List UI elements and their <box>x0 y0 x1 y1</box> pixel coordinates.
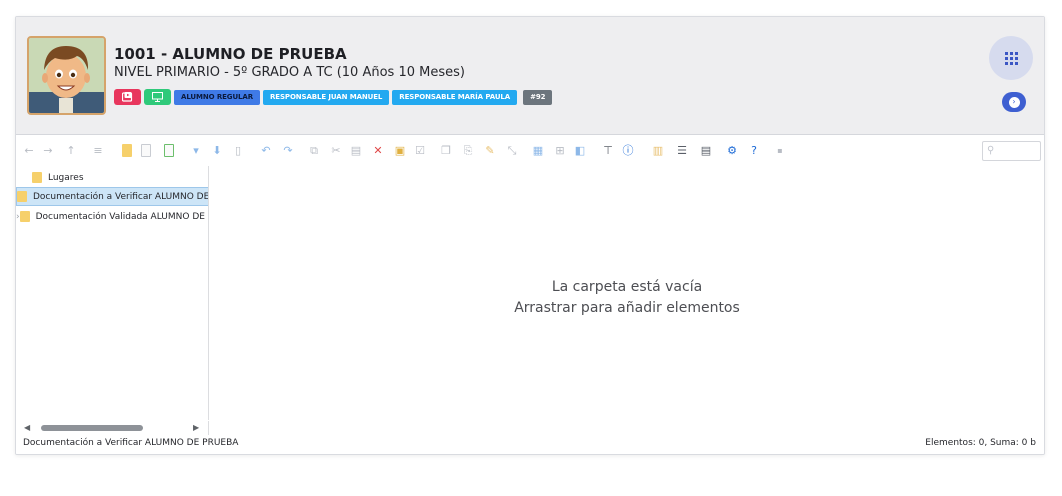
paste-icon[interactable]: ▤ <box>350 144 362 157</box>
empty-icon[interactable]: ▣ <box>394 144 406 157</box>
back-icon[interactable]: ← <box>23 144 35 157</box>
drag-hint-message: Arrastrar para añadir elementos <box>514 300 740 316</box>
tree-item-lugares[interactable]: Lugares <box>16 168 208 187</box>
cut-icon[interactable]: ✂ <box>330 144 342 157</box>
apps-menu-button[interactable] <box>989 36 1033 80</box>
upload-icon[interactable] <box>164 144 174 157</box>
up-icon[interactable]: ↑ <box>65 144 77 157</box>
badge-responsable-1: RESPONSABLE JUAN MANUEL <box>263 89 390 105</box>
tree-item-documentacion-verificar[interactable]: Documentación a Verificar ALUMNO DE PRUE… <box>16 187 209 206</box>
fullscreen-icon[interactable]: ▪ <box>774 144 786 157</box>
download-icon[interactable]: ⬇ <box>211 144 223 157</box>
tree-item-documentacion-validada[interactable]: › Documentación Validada ALUMNO DE PRUEB… <box>16 207 208 226</box>
scroll-right-icon[interactable]: ▶ <box>193 423 199 432</box>
settings-icon[interactable]: ⚙ <box>726 144 738 157</box>
invert-selection-icon[interactable]: ◧ <box>574 144 586 157</box>
go-button[interactable]: › <box>1002 92 1026 112</box>
folder-icon <box>32 172 42 183</box>
redo-icon[interactable]: ↷ <box>282 144 294 157</box>
mobile-icon[interactable]: ▯ <box>232 144 244 157</box>
monitor-icon <box>152 92 163 102</box>
cart-icon[interactable]: ▾ <box>190 144 202 157</box>
scrollbar-thumb[interactable] <box>41 425 143 431</box>
slideshow-icon[interactable]: ⊤ <box>602 144 614 157</box>
badge-number: #92 <box>523 89 553 105</box>
resize-icon[interactable]: ⤡ <box>506 144 518 157</box>
student-header: 1001 - ALUMNO DE PRUEBA NIVEL PRIMARIO -… <box>16 17 1044 135</box>
tree-horizontal-scrollbar[interactable]: ◀ ▶ <box>16 421 209 435</box>
status-path: Documentación a Verificar ALUMNO DE PRUE… <box>23 438 239 448</box>
list-view-icon[interactable]: ☰ <box>676 144 688 157</box>
monitor-button[interactable] <box>144 89 171 105</box>
delete-icon[interactable]: ✕ <box>372 144 384 157</box>
edit-icon[interactable]: ✎ <box>484 144 496 157</box>
forward-icon[interactable]: → <box>42 144 54 157</box>
student-subtitle: NIVEL PRIMARIO - 5º GRADO A TC (10 Años … <box>114 65 465 80</box>
duplicate-icon[interactable]: ❐ <box>440 144 452 157</box>
student-title: 1001 - ALUMNO DE PRUEBA <box>114 45 347 63</box>
new-file-icon[interactable] <box>141 144 151 157</box>
details-view-icon[interactable]: ▤ <box>700 144 712 157</box>
folder-icon <box>19 211 30 222</box>
tree-item-label: Lugares <box>48 172 84 183</box>
arrow-right-circle-icon: › <box>1008 96 1020 108</box>
tree-item-label: Documentación a Verificar ALUMNO DE PRUE… <box>33 191 209 202</box>
badge-row: ALUMNO REGULAR RESPONSABLE JUAN MANUEL R… <box>114 89 553 105</box>
undo-icon[interactable]: ↶ <box>260 144 272 157</box>
select-none-icon[interactable]: ⊞ <box>554 144 566 157</box>
folder-tree: Lugares Documentación a Verificar ALUMNO… <box>16 166 209 420</box>
search-icon: ⚲ <box>987 145 995 156</box>
status-badge-regular: ALUMNO REGULAR <box>174 89 260 105</box>
video-icon <box>121 92 132 102</box>
scroll-left-icon[interactable]: ◀ <box>24 423 30 432</box>
select-all-icon[interactable]: ▦ <box>532 144 544 157</box>
search-input[interactable]: ⚲ <box>982 141 1041 161</box>
status-summary: Elementos: 0, Suma: 0 b <box>925 438 1036 448</box>
folder-icon <box>17 191 27 202</box>
new-folder-icon[interactable] <box>122 144 132 157</box>
info-icon[interactable]: ⓘ <box>622 144 634 157</box>
copy-icon[interactable]: ⧉ <box>308 144 320 157</box>
badge-responsable-2: RESPONSABLE MARÍA PAULA <box>392 89 518 105</box>
student-card: 1001 - ALUMNO DE PRUEBA NIVEL PRIMARIO -… <box>15 16 1045 455</box>
checklist-icon[interactable]: ☑ <box>414 144 426 157</box>
tree-view-icon[interactable]: ≡ <box>92 144 104 157</box>
tree-item-label: Documentación Validada ALUMNO DE PRUEBA <box>35 211 208 222</box>
empty-folder-message: La carpeta está vacía <box>551 279 703 295</box>
video-button[interactable] <box>114 89 141 105</box>
help-icon[interactable]: ? <box>748 144 760 157</box>
icons-view-icon[interactable]: ▥ <box>652 144 664 157</box>
folder-content-area[interactable]: La carpeta está vacía Arrastrar para aña… <box>210 166 1044 434</box>
student-avatar <box>27 36 106 115</box>
apps-grid-icon <box>1004 51 1018 65</box>
status-bar: Documentación a Verificar ALUMNO DE PRUE… <box>16 435 1044 454</box>
rename-icon[interactable]: ⎘ <box>462 144 474 157</box>
file-manager-toolbar: ← → ↑ ≡ ▾ ⬇ ▯ ↶ ↷ ⧉ ✂ ▤ ✕ ▣ ☑ ❐ ⎘ ✎ ⤡ ▦ … <box>16 136 1044 166</box>
